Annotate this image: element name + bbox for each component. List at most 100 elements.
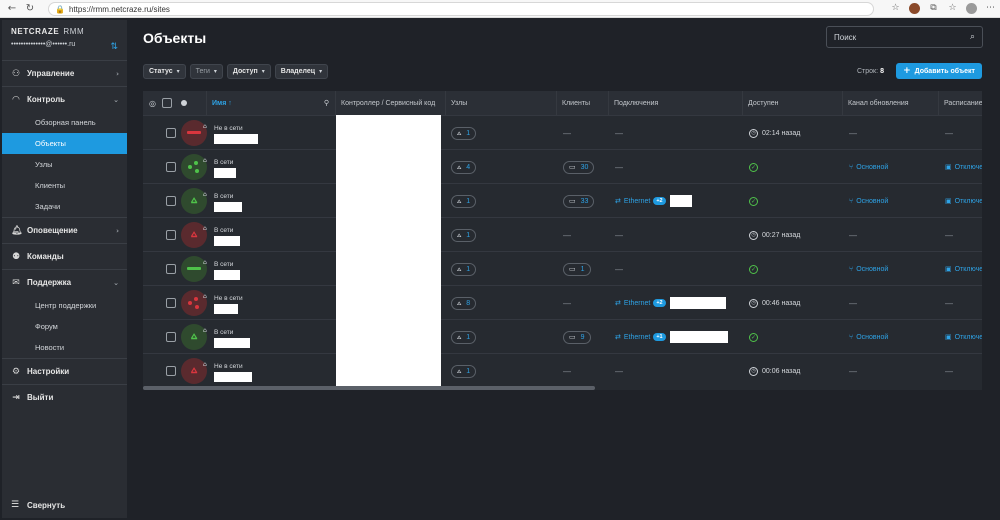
site-name-cell[interactable]: В сети [214,184,334,218]
update-channel-link[interactable]: ⑂ Основной [849,197,888,205]
add-site-button[interactable]: + Добавить объект [896,63,982,79]
switch-account-icon[interactable]: ⇅ [110,42,118,52]
column-header-clients[interactable]: Клиенты [557,91,609,115]
update-channel-link[interactable]: ⑂ Основной [849,163,888,171]
select-all-checkbox[interactable] [161,98,172,108]
table-row[interactable]: ⌂ Не в сети ⩟ 1 — — ◷ 02:14 назад — — [143,115,982,149]
clients-pill[interactable]: ▭ 30 [563,160,595,174]
row-checkbox[interactable] [166,366,176,376]
schedule-link[interactable]: ▣Отключено [945,163,982,171]
column-header-nodes[interactable]: Узлы [446,91,557,115]
column-header-schedule[interactable]: Расписание [939,91,982,115]
column-header-available[interactable]: Доступен [743,91,843,115]
site-name-cell[interactable]: В сети [214,150,334,184]
nodes-pill[interactable]: ⩟ 4 [451,160,477,174]
row-checkbox[interactable] [166,264,176,274]
filter-tags[interactable]: Теги ▾ [189,64,223,79]
site-name-cell[interactable]: В сети [214,218,334,252]
settings-icon[interactable]: ◎ [149,99,156,108]
extension-icon[interactable] [909,3,920,14]
page-title: Объекты [143,30,207,46]
reload-icon[interactable]: ↻ [24,3,36,15]
site-name-cell[interactable]: В сети [214,252,334,286]
site-name-cell[interactable]: Не в сети [214,354,334,386]
row-checkbox[interactable] [166,230,176,240]
search-box[interactable]: ⌕ [826,26,983,48]
table-row[interactable]: ⩟ ⌂ В сети ⩟ 1 ▭ 9 ⇄ Ethernet +1 ✓ ⑂ Основной ▣ Отключ… [143,319,982,353]
chevron-down-icon: ▾ [176,68,180,75]
site-name-cell[interactable]: Не в сети [214,286,334,320]
favorites-icon[interactable]: ☆ [947,3,958,14]
sidebar-item-settings[interactable]: ⚙ Настройки [2,359,127,384]
horizontal-scrollbar[interactable] [143,386,982,390]
row-checkbox[interactable] [166,298,176,308]
scroll-thumb[interactable] [143,386,595,390]
back-icon[interactable]: ← [6,3,18,15]
nodes-pill[interactable]: ⩟ 8 [451,296,477,310]
schedule-link[interactable]: ▣Отключено [945,333,982,341]
sidebar-sub-nodes[interactable]: Узлы [2,154,127,175]
nodes-pill[interactable]: ⩟ 1 [451,330,477,344]
clients-pill[interactable]: ▭ 33 [563,194,595,208]
sidebar-item-logout[interactable]: ⇥ Выйти [2,385,127,410]
empty-value: — [849,128,857,138]
connection-link[interactable]: ⇄ Ethernet [615,197,650,205]
update-channel-link[interactable]: ⑂ Основной [849,333,888,341]
brand-header[interactable]: NETCRAZE RMM ••••••••••••••@••••••.ru ⇅ [2,20,127,60]
sidebar-item-teams[interactable]: ⚉ Команды [2,244,127,269]
sidebar-sub-clients[interactable]: Клиенты [2,175,127,196]
sidebar-sub-dashboard[interactable]: Обзорная панель [2,112,127,133]
table-row[interactable]: ⩟ ⌂ В сети ⩟ 1— — ◷ 00:27 назад — — [143,217,982,251]
sidebar-item-control[interactable]: ◠ Контроль ⌄ [2,87,127,112]
nodes-pill[interactable]: ⩟ 1 [451,126,477,140]
collapse-sidebar-button[interactable]: ☰ Свернуть [2,498,127,512]
schedule-link[interactable]: ▣Отключено [945,197,982,205]
more-icon[interactable]: ⋯ [985,3,996,14]
nodes-pill[interactable]: ⩟ 1 [451,364,477,378]
sidebar-sub-help-center[interactable]: Центр поддержки [2,295,127,316]
table-row[interactable]: ⌂ Не в сети ⩟ 8 — ⇄ Ethernet +2 ◷ 00:46 назад — — [143,285,982,319]
column-header-name[interactable]: Имя ↑ ⚲ [207,91,336,115]
row-checkbox[interactable] [166,162,176,172]
table-row[interactable]: ⌂ В сети ⩟1 ▭1 — ✓ ⑂Основной ▣Отключено [143,251,982,285]
search-icon[interactable]: ⌕ [970,32,975,42]
star-icon[interactable]: ☆ [890,3,901,14]
profile-avatar[interactable] [966,3,977,14]
sidebar-item-support[interactable]: ✉ Поддержка ⌄ [2,270,127,295]
update-channel-link[interactable]: ⑂ Основной [849,265,888,273]
connection-link[interactable]: ⇄ Ethernet [615,333,650,341]
extensions-icon[interactable]: ⧉ [928,3,939,14]
clients-pill[interactable]: ▭ 9 [563,330,591,344]
column-header-update-channel[interactable]: Канал обновления [843,91,939,115]
filter-status[interactable]: Статус ▾ [143,64,186,79]
nodes-pill[interactable]: ⩟ 1 [451,228,477,242]
site-name-cell[interactable]: Не в сети [214,116,334,150]
site-name-cell[interactable]: В сети [214,320,334,354]
table-row[interactable]: ⩟ ⌂ Не в сети ⩟ 1— — ◷ 00:06 назад — — [143,353,982,386]
nodes-pill[interactable]: ⩟ 1 [451,262,477,276]
account-email: ••••••••••••••@••••••.ru [11,41,76,48]
search-input[interactable] [834,32,959,42]
filter-owner[interactable]: Владелец ▾ [274,64,329,79]
sidebar-sub-tasks[interactable]: Задачи [2,196,127,217]
row-checkbox[interactable] [166,196,176,206]
connection-link[interactable]: ⇄ Ethernet [615,299,650,307]
sidebar-item-alerts[interactable]: 🔔︎ Оповещение › [2,218,127,243]
row-checkbox[interactable] [166,332,176,342]
row-checkbox[interactable] [166,128,176,138]
filter-access[interactable]: Доступ ▾ [226,64,271,79]
clients-pill[interactable]: ▭ 1 [563,262,591,276]
column-header-controller[interactable]: Контроллер / Сервисный код [336,91,446,115]
sidebar-sub-forum[interactable]: Форум [2,316,127,337]
nodes-pill[interactable]: ⩟ 1 [451,194,477,208]
table-row[interactable]: ⌂ В сети ⩟4 ▭30 — ✓ ⑂Основной ▣Отключено [143,149,982,183]
sidebar-sub-sites[interactable]: Объекты [2,133,127,154]
schedule-link[interactable]: ▣Отключено [945,265,982,273]
status-text: В сети [214,329,234,336]
sidebar-sub-news[interactable]: Новости [2,337,127,358]
column-header-connections[interactable]: Подключения [609,91,743,115]
address-bar[interactable]: 🔒 https://rmm.netcraze.ru/sites [48,2,874,16]
sidebar-item-management[interactable]: ⚇ Управление › [2,61,127,86]
table-row[interactable]: ⩟ ⌂ В сети ⩟ 1 ▭ 33 ⇄ Ethernet +2 ✓ ⑂ Основной ▣ Отклю… [143,183,982,217]
pin-icon[interactable]: ⚲ [324,99,329,107]
